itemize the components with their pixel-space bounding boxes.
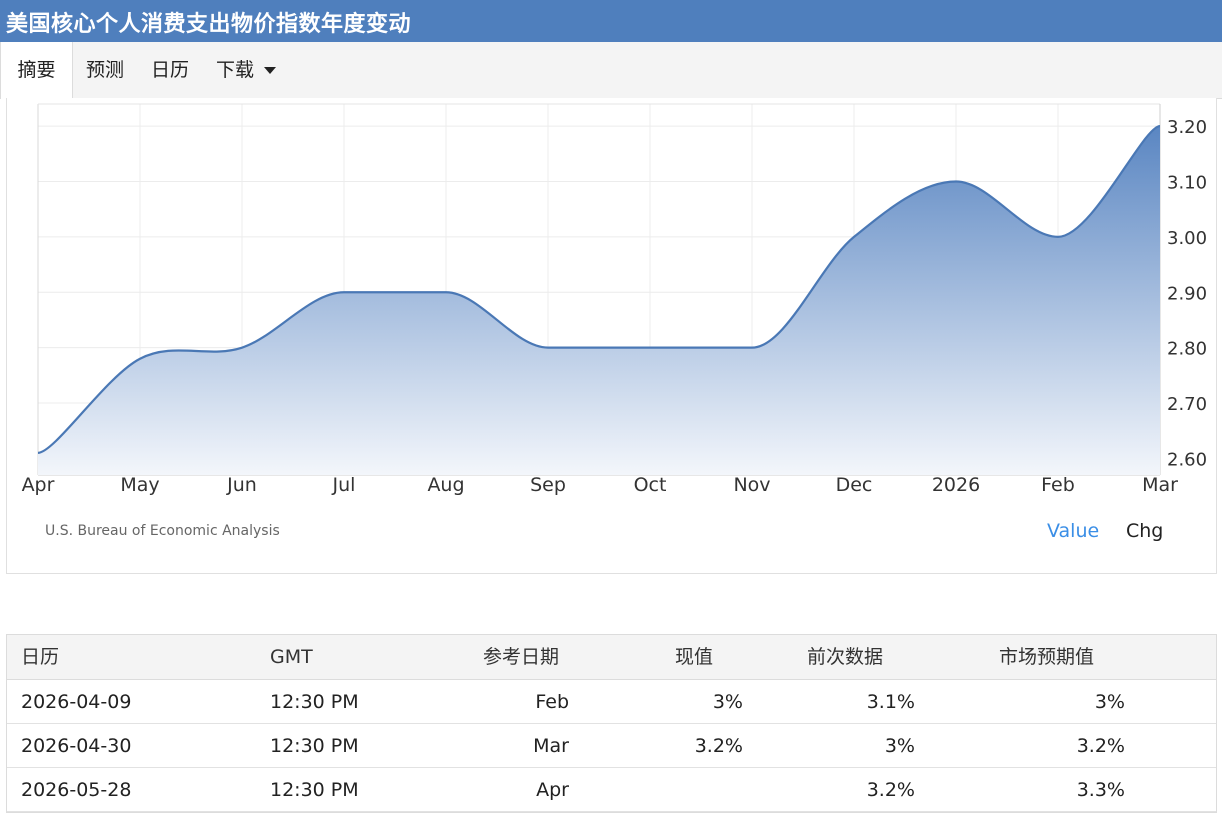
- cell-consensus: 3%: [1094, 691, 1125, 713]
- header-consensus: 市场预期值: [999, 646, 1095, 668]
- title-bar: 美国核心个人消费支出物价指数年度变动: [0, 0, 1222, 42]
- header-gmt: GMT: [270, 646, 313, 668]
- cell-consensus: 3.2%: [1076, 735, 1125, 757]
- area-chart: Apr May Jun Jul Aug Sep Oct Nov Dec 2026 Feb Mar 2.…: [22, 103, 1207, 496]
- x-tick-label: 2026: [932, 474, 980, 496]
- y-tick-label: 2.70: [1167, 394, 1207, 415]
- x-tick-label: Dec: [836, 474, 873, 496]
- tab-bar: 摘要 预测 日历 下载: [0, 42, 1222, 99]
- cell-gmt: 12:30 PM: [270, 735, 359, 757]
- table-header: 日历 GMT 参考日期 现值 前次数据 市场预期值: [7, 635, 1216, 680]
- x-tick-label: Mar: [1142, 474, 1178, 496]
- x-tick-label: Jun: [226, 474, 257, 496]
- cell-date: 2026-05-28: [21, 779, 132, 801]
- x-tick-label: Nov: [733, 474, 770, 496]
- table-row: 2026-04-30 12:30 PM Mar 3.2% 3% 3.2%: [7, 724, 1216, 768]
- value-toggle[interactable]: Value: [1047, 520, 1099, 542]
- x-tick-label: Apr: [22, 474, 55, 496]
- series-area: [38, 126, 1160, 475]
- x-tick-label: May: [120, 474, 159, 496]
- x-axis-ticks: Apr May Jun Jul Aug Sep Oct Nov Dec 2026 Feb Mar: [22, 474, 1179, 496]
- x-tick-label: Oct: [634, 474, 667, 496]
- y-tick-label: 3.00: [1167, 228, 1207, 249]
- tab-download[interactable]: 下载: [216, 42, 277, 98]
- cell-gmt: 12:30 PM: [270, 779, 359, 801]
- cell-consensus: 3.3%: [1076, 779, 1125, 801]
- cell-date: 2026-04-30: [21, 735, 132, 757]
- cell-previous: 3.2%: [866, 779, 915, 801]
- cell-actual: 3%: [712, 691, 743, 713]
- y-axis-ticks: 2.60 2.70 2.80 2.90 3.00 3.10 3.20: [1167, 117, 1207, 470]
- table-row: 2026-05-28 12:30 PM Apr 3.2% 3.3%: [7, 768, 1216, 812]
- cell-gmt: 12:30 PM: [270, 691, 359, 713]
- cell-reference: Apr: [536, 779, 569, 801]
- caret-down-icon: [264, 67, 277, 74]
- tab-calendar[interactable]: 日历: [151, 42, 189, 98]
- x-tick-label: Aug: [427, 474, 464, 496]
- header-date: 日历: [21, 646, 60, 668]
- x-tick-label: Feb: [1041, 474, 1075, 496]
- header-reference: 参考日期: [483, 646, 560, 668]
- tab-download-label: 下载: [216, 59, 255, 81]
- cell-date: 2026-04-09: [21, 691, 132, 713]
- header-actual: 现值: [675, 646, 714, 668]
- source-note: U.S. Bureau of Economic Analysis: [45, 523, 280, 539]
- cell-actual: [637, 768, 743, 811]
- tab-summary[interactable]: 摘要: [0, 42, 73, 99]
- page-title: 美国核心个人消费支出物价指数年度变动: [6, 12, 412, 37]
- cell-actual: 3.2%: [694, 735, 743, 757]
- y-tick-label: 2.80: [1167, 339, 1207, 360]
- y-tick-label: 2.90: [1167, 283, 1207, 304]
- cell-reference: Feb: [535, 691, 569, 713]
- cell-previous: 3.1%: [866, 691, 915, 713]
- y-tick-label: 3.20: [1167, 117, 1207, 138]
- y-tick-label: 2.60: [1167, 449, 1207, 470]
- table-row: 2026-04-09 12:30 PM Feb 3% 3.1% 3%: [7, 680, 1216, 724]
- y-tick-label: 3.10: [1167, 173, 1207, 194]
- cell-previous: 3%: [884, 735, 915, 757]
- calendar-table: 日历 GMT 参考日期 现值 前次数据 市场预期值 2026-04-09 12:…: [6, 634, 1217, 813]
- x-tick-label: Jul: [332, 474, 356, 496]
- cell-reference: Mar: [533, 735, 569, 757]
- x-tick-label: Sep: [530, 474, 566, 496]
- header-previous: 前次数据: [807, 646, 884, 668]
- chg-toggle[interactable]: Chg: [1126, 520, 1163, 542]
- tab-forecast[interactable]: 预测: [86, 42, 124, 98]
